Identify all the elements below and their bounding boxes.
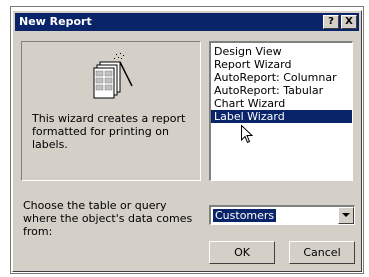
close-button[interactable]: X [341,15,357,29]
dialog-title: New Report [19,15,92,28]
help-button[interactable]: ? [323,15,339,29]
ok-button[interactable]: OK [209,241,275,264]
list-item-autoreport-tabular[interactable]: AutoReport: Tabular [211,84,352,97]
cancel-button[interactable]: Cancel [289,241,355,264]
new-report-dialog: New Report ? X This wizard creates a rep [12,10,362,272]
wizard-preview-panel: This wizard creates a report formatted f… [21,41,201,181]
list-item-label-wizard[interactable]: Label Wizard [211,110,352,123]
list-item-chart-wizard[interactable]: Chart Wizard [211,97,352,110]
list-item-autoreport-columnar[interactable]: AutoReport: Columnar [211,71,352,84]
report-type-listbox[interactable]: Design View Report Wizard AutoReport: Co… [209,41,353,181]
list-item-design-view[interactable]: Design View [211,45,352,58]
title-bar[interactable]: New Report ? X [15,13,359,31]
label-wizard-illustration-icon [93,53,133,99]
source-label: Choose the table or query where the obje… [23,199,193,238]
arrow-cursor-icon [241,125,253,144]
source-select-value: Customers [213,209,277,222]
wizard-description: This wizard creates a report formatted f… [32,112,186,151]
source-select[interactable]: Customers [209,205,355,225]
chevron-down-icon [342,213,350,217]
source-dropdown-button[interactable] [338,207,354,224]
list-item-report-wizard[interactable]: Report Wizard [211,58,352,71]
